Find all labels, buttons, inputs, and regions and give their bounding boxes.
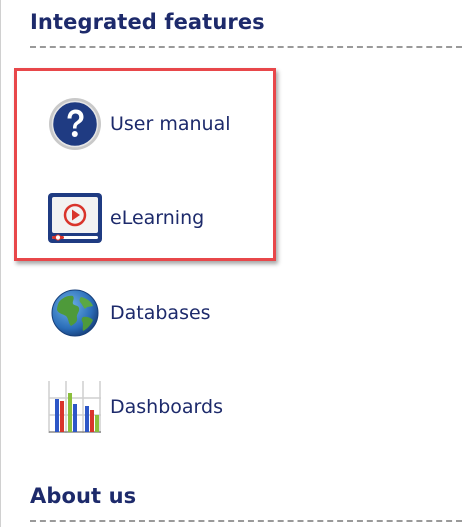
about-us-heading: About us (30, 484, 137, 508)
databases-label: Databases (110, 302, 211, 324)
databases-link[interactable]: Databases (47, 285, 211, 341)
integrated-features-heading: Integrated features (30, 10, 265, 34)
globe-icon (47, 285, 103, 341)
bar-chart-icon (47, 379, 103, 435)
side-panel: Integrated features User manual eLearnin… (0, 0, 474, 527)
user-manual-link[interactable]: User manual (47, 96, 231, 152)
user-manual-label: User manual (110, 113, 231, 135)
dashboards-label: Dashboards (110, 396, 223, 418)
elearning-label: eLearning (110, 207, 205, 229)
question-mark-icon (47, 96, 103, 152)
section-divider (30, 520, 462, 522)
video-play-icon (47, 190, 103, 246)
section-divider (30, 46, 462, 48)
dashboards-link[interactable]: Dashboards (47, 379, 223, 435)
elearning-link[interactable]: eLearning (47, 190, 204, 246)
